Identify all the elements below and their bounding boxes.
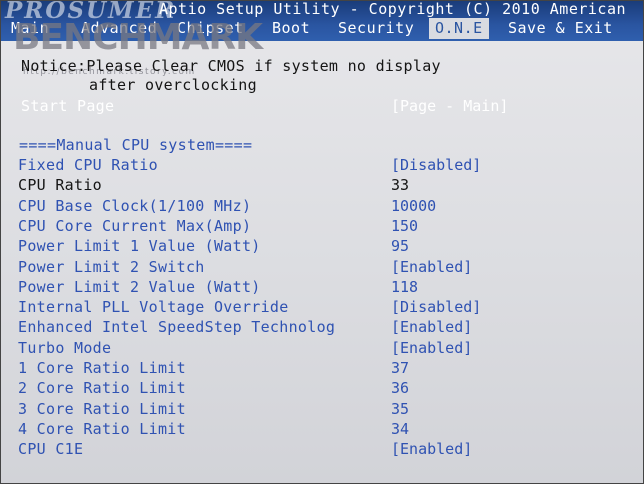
- setting-value[interactable]: 150: [391, 217, 418, 235]
- setting-value[interactable]: 10000: [391, 197, 436, 215]
- setting-value[interactable]: [Enabled]: [391, 440, 472, 458]
- notice-line-1: Notice:Please Clear CMOS if system no di…: [21, 57, 441, 75]
- utility-title: Aptio Setup Utility - Copyright (C) 2010…: [159, 0, 627, 18]
- section-header: ====Manual CPU system====: [19, 136, 253, 154]
- setting-label[interactable]: Enhanced Intel SpeedStep Technolog: [18, 318, 335, 336]
- watermark-benchmark: BENCHMARK: [13, 17, 263, 58]
- tab-security[interactable]: Security: [338, 18, 414, 39]
- setting-value[interactable]: 33: [391, 176, 409, 194]
- start-page-label[interactable]: Start Page: [21, 97, 114, 115]
- tab-save-exit[interactable]: Save & Exit: [508, 18, 613, 39]
- setting-label[interactable]: 1 Core Ratio Limit: [18, 359, 186, 377]
- setting-label[interactable]: Power Limit 2 Switch: [18, 258, 205, 276]
- setting-label[interactable]: CPU C1E: [18, 440, 83, 458]
- setting-label[interactable]: Internal PLL Voltage Override: [18, 298, 289, 316]
- setting-value[interactable]: 36: [391, 379, 409, 397]
- tab-one[interactable]: O.N.E: [429, 18, 489, 39]
- setting-label[interactable]: CPU Base Clock(1/100 MHz): [18, 197, 251, 215]
- setting-label[interactable]: Power Limit 2 Value (Watt): [18, 278, 261, 296]
- setting-value[interactable]: [Enabled]: [391, 258, 472, 276]
- setting-label[interactable]: 4 Core Ratio Limit: [18, 420, 186, 438]
- setting-value[interactable]: 118: [391, 278, 418, 296]
- setting-value[interactable]: 35: [391, 400, 409, 418]
- setting-value[interactable]: [Disabled]: [391, 298, 481, 316]
- setting-label[interactable]: CPU Core Current Max(Amp): [18, 217, 251, 235]
- setting-value[interactable]: [Enabled]: [391, 318, 472, 336]
- setting-value[interactable]: [Disabled]: [391, 156, 481, 174]
- notice-line-2: after overclocking: [89, 76, 257, 94]
- bios-screen: Aptio Setup Utility - Copyright (C) 2010…: [0, 0, 644, 484]
- setting-label[interactable]: 2 Core Ratio Limit: [18, 379, 186, 397]
- setting-label[interactable]: Turbo Mode: [18, 339, 111, 357]
- setting-value[interactable]: 34: [391, 420, 409, 438]
- setting-label[interactable]: CPU Ratio: [18, 176, 102, 194]
- setting-label[interactable]: Power Limit 1 Value (Watt): [18, 237, 261, 255]
- setting-value[interactable]: 95: [391, 237, 409, 255]
- tab-boot[interactable]: Boot: [272, 18, 310, 39]
- setting-value[interactable]: [Enabled]: [391, 339, 472, 357]
- setting-value[interactable]: 37: [391, 359, 409, 377]
- setting-label[interactable]: Fixed CPU Ratio: [18, 156, 158, 174]
- setting-label[interactable]: 3 Core Ratio Limit: [18, 400, 186, 418]
- start-page-value[interactable]: [Page - Main]: [391, 97, 508, 115]
